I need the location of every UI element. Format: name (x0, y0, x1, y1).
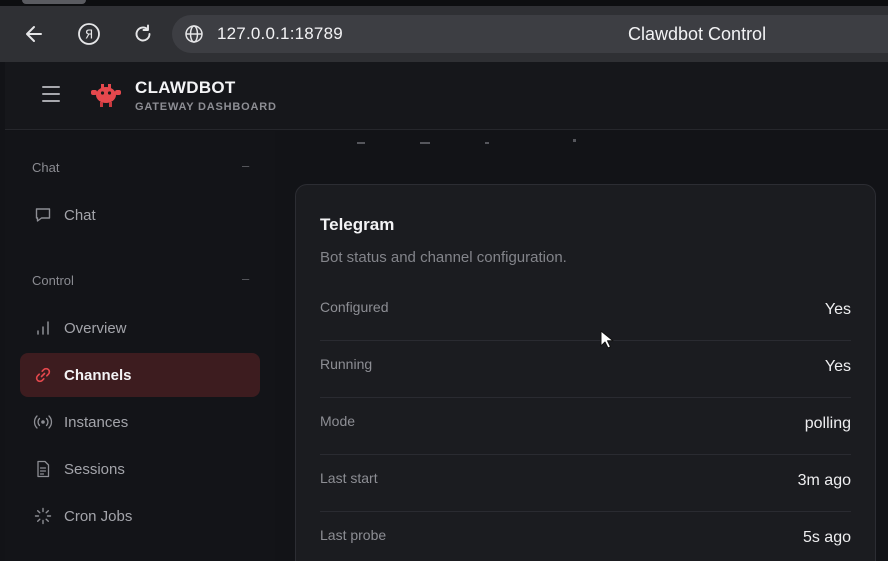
sidebar-item-label: Instances (64, 413, 129, 431)
row-value: 3m ago (797, 472, 851, 489)
bar-chart-icon (33, 318, 53, 338)
globe-icon (185, 25, 203, 43)
brand-subtitle: GATEWAY DASHBOARD (135, 101, 277, 113)
status-row-mode: Mode polling (320, 398, 851, 455)
scrolled-text-fragment (357, 139, 576, 144)
row-value: polling (804, 415, 851, 432)
section-title-control: Control (32, 273, 74, 288)
crab-logo-icon (91, 84, 121, 107)
loader-icon (33, 506, 53, 526)
status-row-configured: Configured Yes (320, 284, 851, 341)
telegram-card: Telegram Bot status and channel configur… (295, 184, 876, 561)
row-label: Running (320, 356, 373, 372)
yandex-icon[interactable]: Я (75, 20, 103, 48)
card-title: Telegram (320, 215, 395, 234)
browser-tab[interactable] (22, 0, 86, 4)
brand: CLAWDBOT GATEWAY DASHBOARD (135, 78, 277, 113)
page-title: Clawdbot Control (628, 24, 767, 44)
row-value: Yes (824, 301, 851, 318)
sidebar-item-label: Overview (64, 319, 127, 337)
row-value: Yes (824, 358, 851, 375)
sidebar-item-instances[interactable]: Instances (20, 400, 260, 444)
row-label: Last probe (320, 527, 387, 543)
sidebar-item-label: Sessions (64, 460, 125, 478)
app-header: CLAWDBOT GATEWAY DASHBOARD (5, 62, 888, 130)
browser-toolbar: Я 127.0.0.1:18789 Clawdbot Control (0, 6, 888, 62)
status-row-last-start: Last start 3m ago (320, 455, 851, 512)
main-content: Telegram Bot status and channel configur… (275, 131, 888, 561)
mouse-cursor-icon (600, 330, 614, 349)
card-subtitle: Bot status and channel configuration. (320, 249, 567, 266)
broadcast-icon (33, 412, 53, 432)
row-label: Mode (320, 413, 356, 429)
menu-icon[interactable] (42, 86, 62, 102)
sidebar-item-channels[interactable]: Channels (20, 353, 260, 397)
document-icon (33, 459, 53, 479)
sidebar-item-cron-jobs[interactable]: Cron Jobs (20, 494, 260, 538)
sidebar-item-sessions[interactable]: Sessions (20, 447, 260, 491)
row-value: 5s ago (802, 529, 851, 546)
status-row-last-probe: Last probe 5s ago (320, 512, 851, 561)
status-row-running: Running Yes (320, 341, 851, 398)
brand-name: CLAWDBOT (135, 78, 236, 97)
svg-text:Я: Я (85, 28, 93, 42)
back-icon[interactable] (20, 20, 48, 48)
link-icon (33, 365, 53, 385)
collapse-control-button[interactable]: – (242, 271, 249, 286)
address-bar[interactable]: 127.0.0.1:18789 Clawdbot Control (172, 15, 888, 53)
sidebar-item-label: Cron Jobs (64, 507, 133, 525)
sidebar-item-label: Channels (64, 366, 132, 384)
row-label: Last start (320, 470, 378, 486)
sidebar-item-chat[interactable]: Chat (20, 193, 260, 237)
collapse-chat-button[interactable]: – (242, 158, 249, 173)
sidebar-item-overview[interactable]: Overview (20, 306, 260, 350)
url-text[interactable]: 127.0.0.1:18789 (217, 24, 343, 44)
message-icon (33, 205, 53, 225)
reload-icon[interactable] (129, 20, 157, 48)
sidebar: Chat – Chat Control – Overview Channels … (5, 131, 275, 561)
row-label: Configured (320, 299, 389, 315)
sidebar-item-label: Chat (64, 206, 96, 224)
section-title-chat: Chat (32, 160, 60, 175)
